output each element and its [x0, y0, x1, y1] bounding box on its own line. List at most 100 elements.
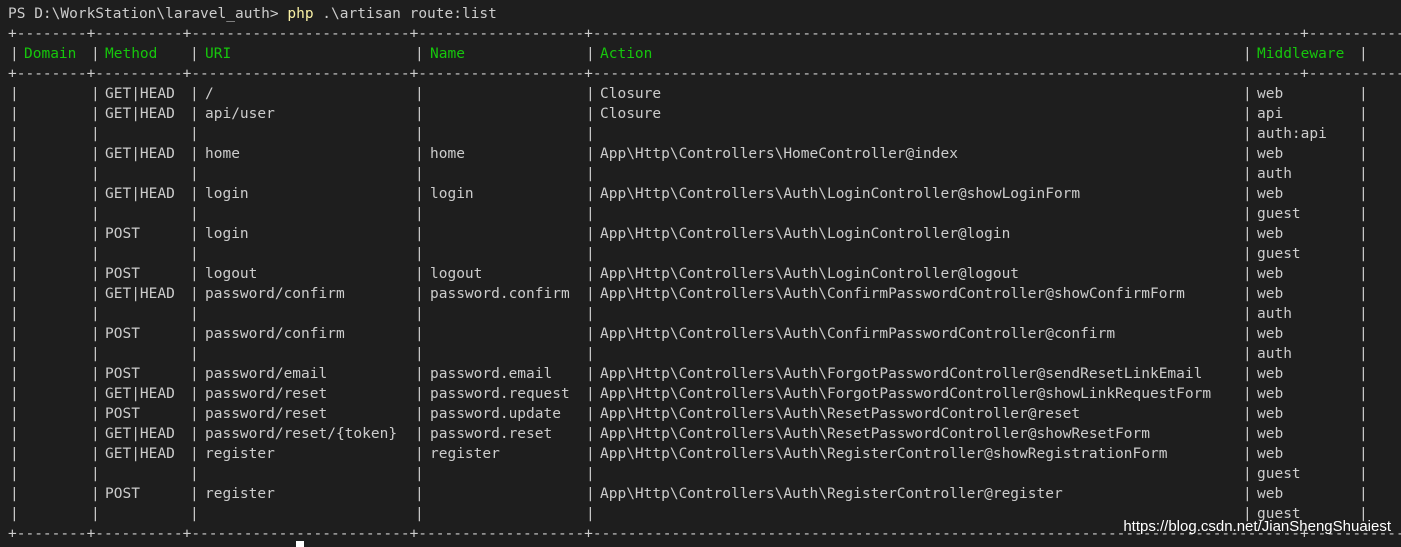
- column-separator: |: [1243, 346, 1252, 362]
- column-separator: |: [10, 106, 19, 122]
- column-separator: |: [190, 166, 199, 182]
- column-separator: |: [1359, 86, 1368, 102]
- cell-name: password.update: [430, 406, 561, 422]
- column-header-method: Method: [105, 46, 158, 62]
- column-separator: |: [190, 186, 199, 202]
- column-separator: |: [190, 506, 199, 522]
- column-separator: |: [91, 166, 100, 182]
- column-separator: |: [586, 226, 595, 242]
- cell-uri: home: [205, 146, 240, 162]
- column-separator: |: [415, 486, 424, 502]
- column-separator: |: [415, 206, 424, 222]
- cell-middleware: guest: [1257, 466, 1301, 482]
- column-separator: |: [10, 446, 19, 462]
- column-separator: |: [190, 206, 199, 222]
- column-separator: |: [415, 306, 424, 322]
- column-separator: |: [1243, 86, 1252, 102]
- column-separator: |: [1243, 146, 1252, 162]
- cell-uri: password/reset/{token}: [205, 426, 398, 442]
- cell-uri: register: [205, 486, 275, 502]
- cell-method: POST: [105, 406, 140, 422]
- cell-action: App\Http\Controllers\Auth\ConfirmPasswor…: [600, 326, 1116, 342]
- column-separator: |: [415, 166, 424, 182]
- column-separator: |: [586, 486, 595, 502]
- cell-action: Closure: [600, 106, 662, 122]
- column-separator: |: [415, 266, 424, 282]
- cell-uri: password/email: [205, 366, 328, 382]
- cell-middleware: web: [1257, 446, 1284, 462]
- cell-method: POST: [105, 366, 140, 382]
- column-separator: |: [1243, 46, 1252, 62]
- column-separator: |: [190, 326, 199, 342]
- column-separator: |: [10, 406, 19, 422]
- cell-name: password.confirm: [430, 286, 570, 302]
- cell-action: App\Http\Controllers\Auth\LoginControlle…: [600, 266, 1020, 282]
- terminal-window[interactable]: PS D:\WorkStation\laravel_auth> php .\ar…: [0, 0, 1401, 547]
- column-separator: |: [10, 226, 19, 242]
- cell-middleware: web: [1257, 146, 1284, 162]
- cell-method: GET|HEAD: [105, 286, 175, 302]
- column-separator: |: [586, 326, 595, 342]
- cell-action: App\Http\Controllers\Auth\RegisterContro…: [600, 486, 1063, 502]
- cell-action: App\Http\Controllers\Auth\ResetPasswordC…: [600, 426, 1150, 442]
- column-separator: |: [91, 266, 100, 282]
- column-separator: |: [91, 446, 100, 462]
- column-separator: |: [91, 386, 100, 402]
- column-separator: |: [10, 386, 19, 402]
- column-separator: |: [415, 86, 424, 102]
- cell-method: GET|HEAD: [105, 426, 175, 442]
- column-separator: |: [10, 506, 19, 522]
- cell-middleware: web: [1257, 426, 1284, 442]
- cell-middleware: web: [1257, 266, 1284, 282]
- cell-middleware: api: [1257, 106, 1284, 122]
- column-separator: |: [1359, 386, 1368, 402]
- column-separator: |: [415, 286, 424, 302]
- column-separator: |: [91, 126, 100, 142]
- cell-name: password.request: [430, 386, 570, 402]
- column-separator: |: [415, 246, 424, 262]
- column-separator: |: [1359, 166, 1368, 182]
- cell-uri: api/user: [205, 106, 275, 122]
- column-separator: |: [91, 426, 100, 442]
- column-separator: |: [1243, 406, 1252, 422]
- column-header-action: Action: [600, 46, 653, 62]
- cell-uri: register: [205, 446, 275, 462]
- cell-action: App\Http\Controllers\Auth\ForgotPassword…: [600, 366, 1203, 382]
- column-separator: |: [1359, 346, 1368, 362]
- column-separator: |: [91, 226, 100, 242]
- column-separator: |: [190, 46, 199, 62]
- column-separator: |: [91, 206, 100, 222]
- cell-name: home: [430, 146, 465, 162]
- column-separator: |: [586, 366, 595, 382]
- column-separator: |: [1243, 486, 1252, 502]
- column-separator: |: [190, 486, 199, 502]
- column-separator: |: [415, 106, 424, 122]
- column-separator: |: [415, 406, 424, 422]
- column-separator: |: [1243, 446, 1252, 462]
- cell-uri: password/reset: [205, 386, 328, 402]
- column-separator: |: [1243, 246, 1252, 262]
- column-separator: |: [190, 226, 199, 242]
- column-separator: |: [415, 346, 424, 362]
- column-separator: |: [1359, 226, 1368, 242]
- cell-uri: login: [205, 226, 249, 242]
- column-separator: |: [586, 146, 595, 162]
- cell-middleware: guest: [1257, 206, 1301, 222]
- cell-method: POST: [105, 486, 140, 502]
- column-separator: |: [1359, 406, 1368, 422]
- column-header-name: Name: [430, 46, 465, 62]
- column-separator: |: [415, 46, 424, 62]
- cell-uri: password/confirm: [205, 286, 345, 302]
- cell-uri: /: [205, 86, 214, 102]
- cell-name: logout: [430, 266, 483, 282]
- cell-middleware: web: [1257, 486, 1284, 502]
- column-separator: |: [415, 326, 424, 342]
- cell-uri: login: [205, 186, 249, 202]
- cell-name: register: [430, 446, 500, 462]
- column-separator: |: [586, 266, 595, 282]
- column-separator: |: [91, 106, 100, 122]
- cell-action: App\Http\Controllers\Auth\ResetPasswordC…: [600, 406, 1081, 422]
- column-separator: |: [586, 306, 595, 322]
- column-separator: |: [190, 286, 199, 302]
- column-separator: |: [91, 246, 100, 262]
